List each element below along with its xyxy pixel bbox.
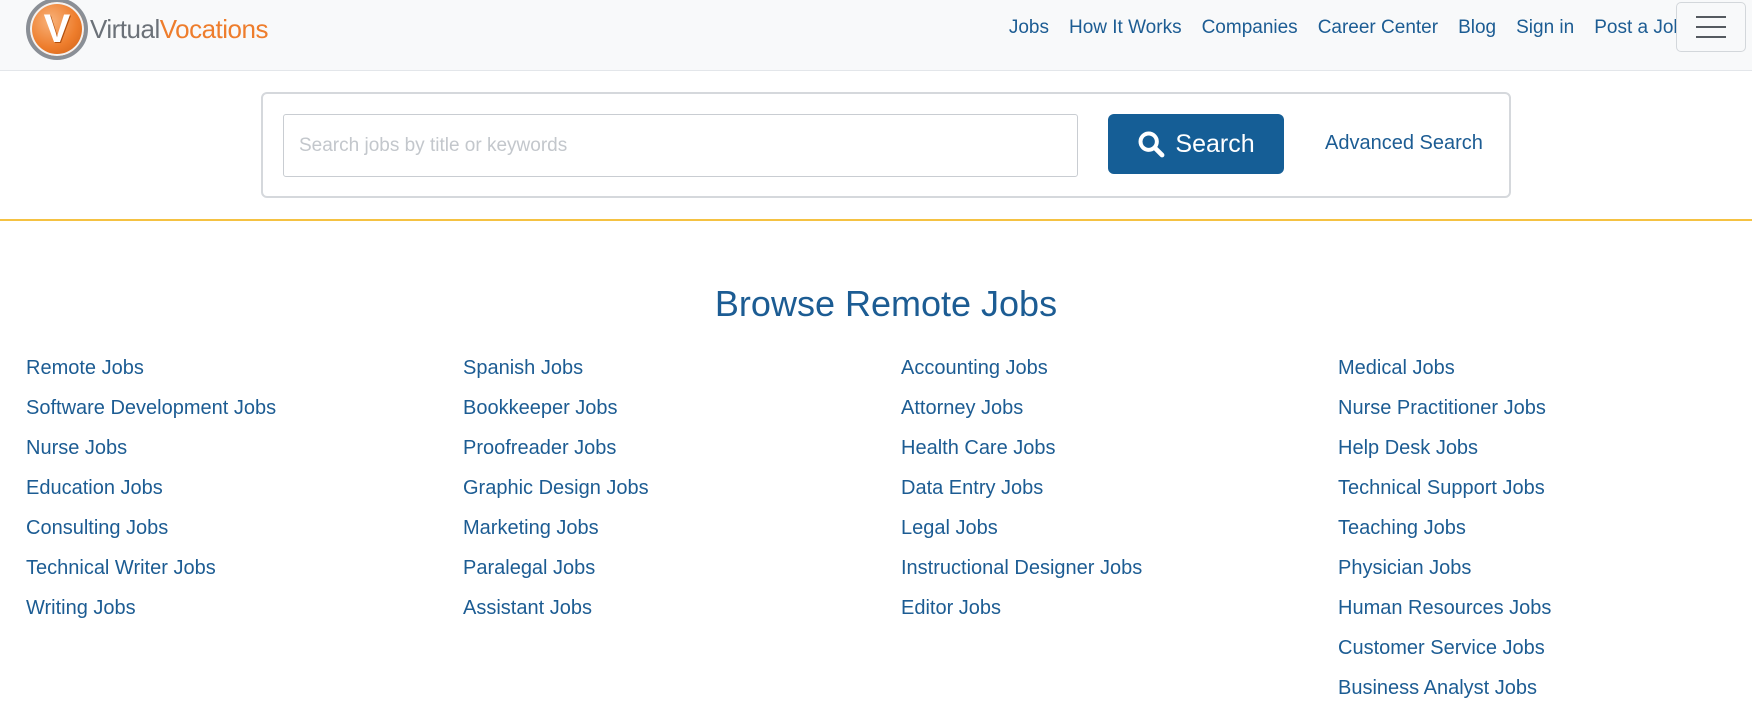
list-item: Remote Jobs xyxy=(26,354,276,394)
list-item: Writing Jobs xyxy=(26,594,276,634)
job-category-link[interactable]: Teaching Jobs xyxy=(1338,517,1466,539)
logo-text-virtual: Virtual xyxy=(90,13,160,44)
nav-link-post-a-job[interactable]: Post a Job xyxy=(1594,17,1684,39)
nav-link-companies[interactable]: Companies xyxy=(1202,17,1298,39)
job-category-link[interactable]: Writing Jobs xyxy=(26,597,136,619)
job-category-link[interactable]: Proofreader Jobs xyxy=(463,437,616,459)
hamburger-icon xyxy=(1696,16,1726,18)
logo-mark-icon: V xyxy=(26,0,88,60)
job-category-link[interactable]: Education Jobs xyxy=(26,477,163,499)
job-category-link[interactable]: Editor Jobs xyxy=(901,597,1001,619)
job-category-link[interactable]: Medical Jobs xyxy=(1338,357,1455,379)
search-icon xyxy=(1138,131,1165,158)
job-category-link[interactable]: Customer Service Jobs xyxy=(1338,637,1545,659)
browse-column-3: Accounting Jobs Attorney Jobs Health Car… xyxy=(901,354,1142,634)
site-logo[interactable]: V VirtualVocations xyxy=(26,0,268,60)
list-item: Human Resources Jobs xyxy=(1338,594,1551,634)
nav-link-blog[interactable]: Blog xyxy=(1458,17,1496,39)
list-item: Legal Jobs xyxy=(901,514,1142,554)
list-item: Medical Jobs xyxy=(1338,354,1551,394)
list-item: Instructional Designer Jobs xyxy=(901,554,1142,594)
list-item: Technical Support Jobs xyxy=(1338,474,1551,514)
logo-wordmark: VirtualVocations xyxy=(90,14,268,45)
job-category-link[interactable]: Technical Writer Jobs xyxy=(26,557,216,579)
job-category-link[interactable]: Nurse Jobs xyxy=(26,437,127,459)
nav-link-how-it-works[interactable]: How It Works xyxy=(1069,17,1182,39)
job-category-link[interactable]: Marketing Jobs xyxy=(463,517,599,539)
list-item: Graphic Design Jobs xyxy=(463,474,649,514)
list-item: Health Care Jobs xyxy=(901,434,1142,474)
list-item: Nurse Practitioner Jobs xyxy=(1338,394,1551,434)
job-category-link[interactable]: Paralegal Jobs xyxy=(463,557,595,579)
list-item: Nurse Jobs xyxy=(26,434,276,474)
browse-title: Browse Remote Jobs xyxy=(714,283,1058,324)
list-item: Assistant Jobs xyxy=(463,594,649,634)
list-item: Marketing Jobs xyxy=(463,514,649,554)
job-category-link[interactable]: Graphic Design Jobs xyxy=(463,477,649,499)
job-category-link[interactable]: Spanish Jobs xyxy=(463,357,583,379)
nav-link-sign-in[interactable]: Sign in xyxy=(1516,17,1574,39)
list-item: Teaching Jobs xyxy=(1338,514,1551,554)
logo-text-vocations: Vocations xyxy=(159,13,269,44)
job-category-link[interactable]: Bookkeeper Jobs xyxy=(463,397,618,419)
job-category-link[interactable]: Technical Support Jobs xyxy=(1338,477,1545,499)
menu-toggle-button[interactable] xyxy=(1676,2,1746,52)
nav-link-career-center[interactable]: Career Center xyxy=(1318,17,1438,39)
search-button-label: Search xyxy=(1175,129,1255,158)
list-item: Consulting Jobs xyxy=(26,514,276,554)
search-panel: Search Advanced Search xyxy=(261,92,1511,198)
list-item: Bookkeeper Jobs xyxy=(463,394,649,434)
search-input[interactable] xyxy=(283,114,1078,177)
search-button[interactable]: Search xyxy=(1108,114,1284,174)
browse-column-1: Remote Jobs Software Development Jobs Nu… xyxy=(26,354,276,634)
job-category-link[interactable]: Physician Jobs xyxy=(1338,557,1471,579)
job-category-link[interactable]: Data Entry Jobs xyxy=(901,477,1043,499)
job-category-link[interactable]: Human Resources Jobs xyxy=(1338,597,1551,619)
job-category-link[interactable]: Software Development Jobs xyxy=(26,397,276,419)
hamburger-icon-line xyxy=(1696,36,1726,38)
list-item: Help Desk Jobs xyxy=(1338,434,1551,474)
hamburger-icon-line xyxy=(1696,26,1726,28)
list-item: Spanish Jobs xyxy=(463,354,649,394)
job-category-link[interactable]: Help Desk Jobs xyxy=(1338,437,1478,459)
top-navbar: V VirtualVocations Jobs How It Works Com… xyxy=(0,0,1752,71)
list-item: Paralegal Jobs xyxy=(463,554,649,594)
list-item: Technical Writer Jobs xyxy=(26,554,276,594)
list-item: Software Development Jobs xyxy=(26,394,276,434)
job-category-link[interactable]: Assistant Jobs xyxy=(463,597,592,619)
job-category-link[interactable]: Instructional Designer Jobs xyxy=(901,557,1142,579)
job-category-link[interactable]: Remote Jobs xyxy=(26,357,144,379)
list-item: Proofreader Jobs xyxy=(463,434,649,474)
list-item: Attorney Jobs xyxy=(901,394,1142,434)
advanced-search-link[interactable]: Advanced Search xyxy=(1325,132,1483,155)
list-item: Accounting Jobs xyxy=(901,354,1142,394)
job-category-link[interactable]: Health Care Jobs xyxy=(901,437,1056,459)
list-item: Editor Jobs xyxy=(901,594,1142,634)
job-category-link[interactable]: Consulting Jobs xyxy=(26,517,168,539)
job-category-link[interactable]: Attorney Jobs xyxy=(901,397,1023,419)
list-item: Physician Jobs xyxy=(1338,554,1551,594)
nav-link-jobs[interactable]: Jobs xyxy=(1009,17,1049,39)
browse-column-4: Medical Jobs Nurse Practitioner Jobs Hel… xyxy=(1338,354,1551,714)
browse-column-2: Spanish Jobs Bookkeeper Jobs Proofreader… xyxy=(463,354,649,634)
list-item: Customer Service Jobs xyxy=(1338,634,1551,674)
job-category-link[interactable]: Legal Jobs xyxy=(901,517,998,539)
list-item: Data Entry Jobs xyxy=(901,474,1142,514)
main-nav: Jobs How It Works Companies Career Cente… xyxy=(989,0,1684,56)
job-category-link[interactable]: Nurse Practitioner Jobs xyxy=(1338,397,1546,419)
job-category-link[interactable]: Business Analyst Jobs xyxy=(1338,677,1537,699)
list-item: Education Jobs xyxy=(26,474,276,514)
job-category-link[interactable]: Accounting Jobs xyxy=(901,357,1048,379)
list-item: Business Analyst Jobs xyxy=(1338,674,1551,714)
section-divider xyxy=(0,219,1752,221)
